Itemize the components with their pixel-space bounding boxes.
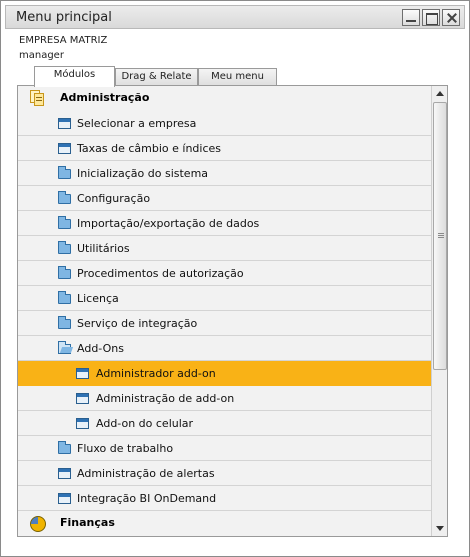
menu-item-administracao-add-on[interactable]: Administração de add-on: [18, 386, 431, 411]
window-icon: [58, 468, 71, 479]
menu-item-label: Inicialização do sistema: [77, 167, 209, 180]
menu-item-label: Taxas de câmbio e índices: [77, 142, 222, 155]
tab-modulos[interactable]: Módulos: [34, 66, 115, 87]
tab-drag-relate[interactable]: Drag & Relate: [115, 68, 198, 86]
main-menu-window: Menu principal EMPRESA MATRIZ manager Mó…: [0, 0, 470, 557]
menu-item-licenca[interactable]: Licença: [18, 286, 431, 311]
menu-item-fluxo-trabalho[interactable]: Fluxo de trabalho: [18, 436, 431, 461]
company-name: EMPRESA MATRIZ: [19, 35, 108, 46]
maximize-button[interactable]: [422, 9, 440, 26]
menu-item-label: Procedimentos de autorização: [77, 267, 244, 280]
close-button[interactable]: [442, 9, 460, 26]
menu-item-utilitarios[interactable]: Utilitários: [18, 236, 431, 261]
menu-item-label: Licença: [77, 292, 119, 305]
menu-item-label: Configuração: [77, 192, 151, 205]
menu-item-configuracao[interactable]: Configuração: [18, 186, 431, 211]
menu-item-label: Selecionar a empresa: [77, 117, 197, 130]
folder-icon: [58, 216, 71, 229]
menu-item-add-ons[interactable]: Add-Ons: [18, 336, 431, 361]
menu-item-label: Fluxo de trabalho: [77, 442, 174, 455]
menu-item-procedimentos-autorizacao[interactable]: Procedimentos de autorização: [18, 261, 431, 286]
grip-icon: [438, 233, 444, 239]
menu-item-label: Administrador add-on: [96, 367, 216, 380]
folder-icon: [58, 316, 71, 329]
modules-tree: Administração Selecionar a empresa Taxas…: [17, 85, 448, 537]
window-icon: [58, 493, 71, 504]
folder-icon: [58, 441, 71, 454]
module-administracao[interactable]: Administração: [18, 86, 431, 111]
minimize-button[interactable]: [402, 9, 420, 26]
scrollbar-thumb[interactable]: [433, 102, 447, 370]
folder-icon: [58, 291, 71, 304]
menu-item-importacao-exportacao[interactable]: Importação/exportação de dados: [18, 211, 431, 236]
menu-item-servico-integracao[interactable]: Serviço de integração: [18, 311, 431, 336]
menu-item-label: Administração de alertas: [77, 467, 215, 480]
menu-item-add-on-celular[interactable]: Add-on do celular: [18, 411, 431, 436]
module-financas[interactable]: Finanças: [18, 511, 431, 536]
window-icon: [76, 368, 89, 379]
window-title: Menu principal: [16, 10, 112, 25]
menu-item-taxas-cambio[interactable]: Taxas de câmbio e índices: [18, 136, 431, 161]
title-bar[interactable]: Menu principal: [5, 5, 465, 29]
window-icon: [58, 143, 71, 154]
folder-icon: [58, 166, 71, 179]
menu-item-label: Importação/exportação de dados: [77, 217, 260, 230]
module-label: Administração: [60, 91, 150, 104]
menu-item-label: Add-on do celular: [96, 417, 194, 430]
module-label: Finanças: [60, 516, 115, 529]
menu-item-inicializacao-sistema[interactable]: Inicialização do sistema: [18, 161, 431, 186]
window-icon: [76, 393, 89, 404]
menu-item-administracao-alertas[interactable]: Administração de alertas: [18, 461, 431, 486]
tab-meu-menu[interactable]: Meu menu: [198, 68, 277, 86]
scroll-up-arrow-icon[interactable]: [433, 87, 447, 101]
menu-item-label: Utilitários: [77, 242, 130, 255]
admin-documents-icon: [30, 90, 44, 106]
menu-item-label: Serviço de integração: [77, 317, 198, 330]
folder-open-icon: [58, 341, 71, 354]
folder-icon: [58, 266, 71, 279]
folder-icon: [58, 241, 71, 254]
menu-item-integracao-bi[interactable]: Integração BI OnDemand: [18, 486, 431, 511]
scroll-down-arrow-icon[interactable]: [433, 521, 447, 535]
menu-item-label: Integração BI OnDemand: [77, 492, 217, 505]
folder-icon: [58, 191, 71, 204]
vertical-scrollbar[interactable]: [431, 86, 447, 536]
menu-item-administrador-add-on[interactable]: Administrador add-on: [18, 361, 431, 386]
user-name: manager: [19, 50, 64, 61]
menu-item-label: Add-Ons: [77, 342, 124, 355]
menu-item-selecionar-empresa[interactable]: Selecionar a empresa: [18, 111, 431, 136]
menu-item-label: Administração de add-on: [96, 392, 235, 405]
finance-pie-icon: [30, 516, 46, 532]
window-icon: [76, 418, 89, 429]
window-icon: [58, 118, 71, 129]
